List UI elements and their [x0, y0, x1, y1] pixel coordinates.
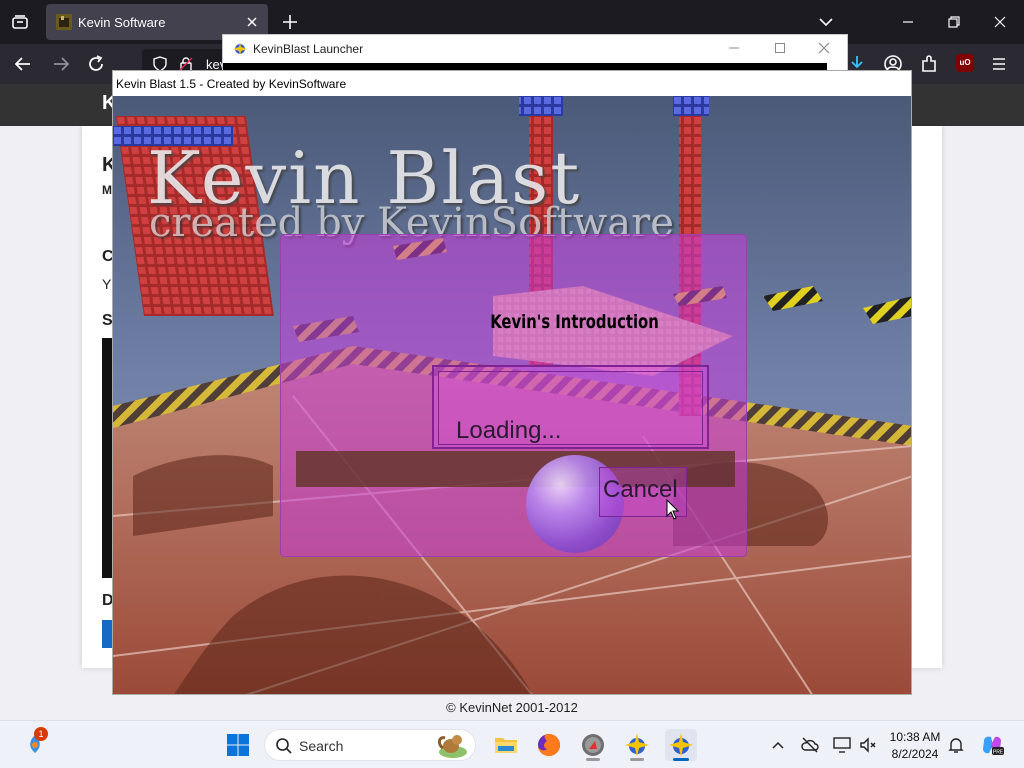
windows-taskbar: 1 Search 10:38 AM 8/2/2024 PRE [0, 720, 1024, 768]
dialog-heading: Kevin's Introduction [490, 311, 659, 333]
kevin-software-favicon-icon [56, 14, 72, 30]
loading-status-box: Loading... [432, 365, 709, 449]
clock-date[interactable]: 8/2/2024 [884, 747, 946, 761]
kevinblast-game-taskbar-icon[interactable] [665, 729, 697, 761]
loading-status-text: Loading... [456, 417, 562, 444]
launcher-title: KevinBlast Launcher [253, 42, 364, 56]
network-monitor-icon[interactable] [832, 735, 852, 755]
running-indicator [630, 758, 644, 761]
game-titlebar[interactable]: Kevin Blast 1.5 - Created by KevinSoftwa… [113, 71, 911, 96]
game-scene: Kevin Blast created by KevinSoftware Kev… [113, 96, 911, 694]
notification-badge: 1 [34, 727, 48, 741]
page-footer: © KevinNet 2001-2012 [446, 700, 578, 715]
restore-icon[interactable] [942, 10, 966, 34]
reload-icon[interactable] [85, 53, 107, 75]
game-window: Kevin Blast 1.5 - Created by KevinSoftwa… [112, 70, 912, 695]
search-highlight-squirrel-icon [435, 732, 471, 760]
mouse-cursor-icon [666, 498, 680, 521]
firefox-icon[interactable] [533, 729, 565, 761]
clock-time[interactable]: 10:38 AM [884, 730, 946, 744]
kevinblast-launcher-taskbar-icon[interactable] [621, 729, 653, 761]
windows-start-icon[interactable] [226, 733, 250, 757]
ublock-origin-icon[interactable]: uO [956, 54, 974, 72]
taskbar-search-box[interactable]: Search [264, 729, 476, 761]
new-tab-icon[interactable] [280, 12, 300, 32]
app-compass-icon[interactable] [577, 729, 609, 761]
notification-bell-icon[interactable] [946, 735, 966, 755]
extensions-icon[interactable] [918, 53, 940, 75]
search-placeholder: Search [299, 738, 344, 754]
svg-text:PRE: PRE [993, 750, 1004, 756]
chevron-up-icon[interactable] [768, 735, 788, 755]
kevinblast-launcher-icon [233, 42, 247, 56]
launcher-maximize-icon[interactable] [773, 41, 787, 55]
copilot-icon[interactable]: PRE [980, 733, 1004, 757]
close-tab-icon[interactable] [244, 14, 260, 30]
running-indicator [586, 758, 600, 761]
page-text-fragment: Y [102, 276, 112, 292]
search-icon [275, 737, 293, 755]
volume-muted-icon[interactable] [858, 735, 878, 755]
launcher-window: KevinBlast Launcher [222, 34, 848, 74]
active-indicator [673, 758, 689, 761]
menu-icon[interactable] [988, 53, 1010, 75]
file-explorer-icon[interactable] [490, 729, 522, 761]
tab-title: Kevin Software [78, 15, 166, 30]
cloud-offline-icon[interactable] [800, 735, 820, 755]
game-window-title: Kevin Blast 1.5 - Created by KevinSoftwa… [116, 77, 347, 91]
launcher-minimize-icon[interactable] [727, 41, 741, 55]
list-all-tabs-icon[interactable] [8, 10, 32, 34]
close-window-icon[interactable] [988, 10, 1012, 34]
page-subheading-fragment: M [102, 183, 112, 197]
back-arrow-icon[interactable] [12, 53, 34, 75]
forward-arrow-icon[interactable] [50, 53, 72, 75]
chevron-down-icon[interactable] [816, 12, 836, 32]
launcher-close-icon[interactable] [817, 41, 831, 55]
minimize-icon[interactable] [896, 10, 920, 34]
